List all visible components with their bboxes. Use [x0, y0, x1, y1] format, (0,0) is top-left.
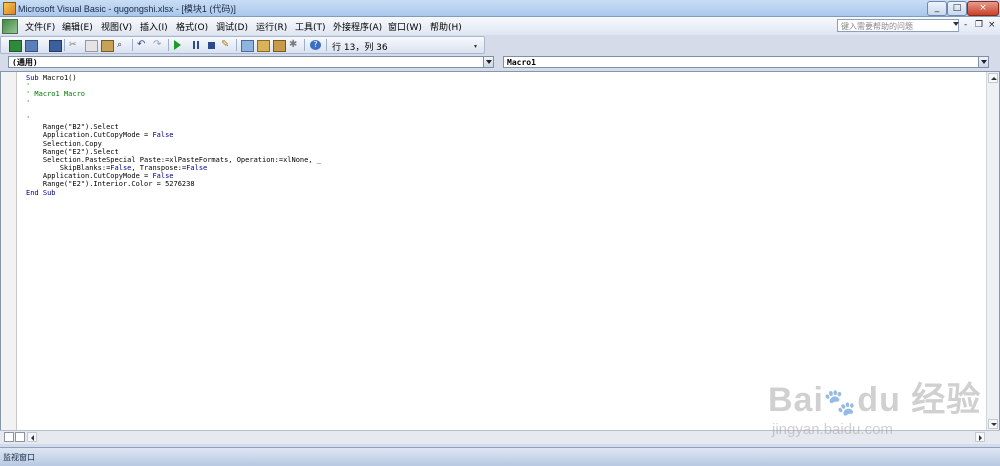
- toolbar-separator: [236, 39, 237, 51]
- object-select-arrow-icon[interactable]: [483, 56, 494, 68]
- vertical-scrollbar[interactable]: [986, 72, 999, 431]
- close-button[interactable]: ×: [967, 1, 999, 16]
- menu-run[interactable]: 运行(R): [256, 20, 287, 33]
- excel-icon[interactable]: [9, 40, 22, 52]
- help-search-input[interactable]: 键入需要帮助的问题: [837, 19, 959, 32]
- watermark-url: jingyan.baidu.com: [772, 421, 893, 438]
- toolbar-options-icon[interactable]: ▾: [474, 43, 477, 50]
- menu-window[interactable]: 窗口(W): [388, 20, 422, 33]
- toolbar-separator: [64, 39, 65, 51]
- watch-window-bar[interactable]: 监视窗口: [0, 447, 1000, 466]
- mdi-restore-button[interactable]: ❐: [975, 20, 983, 30]
- maximize-button[interactable]: □: [947, 1, 967, 16]
- project-explorer-icon[interactable]: [241, 40, 254, 52]
- code-line[interactable]: ': [26, 99, 321, 107]
- cut-icon[interactable]: ✂: [69, 40, 80, 50]
- procedure-select-arrow-icon[interactable]: [978, 56, 989, 68]
- code-line[interactable]: Application.CutCopyMode = False: [26, 131, 321, 139]
- break-icon[interactable]: [191, 40, 202, 50]
- help-dropdown-icon[interactable]: [953, 22, 959, 26]
- code-line[interactable]: Application.CutCopyMode = False: [26, 172, 321, 180]
- object-browser-icon[interactable]: [273, 40, 286, 52]
- cursor-position: 行 13，列 36: [332, 43, 388, 53]
- code-line[interactable]: End Sub: [26, 189, 321, 197]
- copy-icon[interactable]: [85, 40, 98, 52]
- procedure-select[interactable]: Macro1: [503, 56, 989, 68]
- menu-tools[interactable]: 工具(T): [295, 20, 326, 33]
- reset-icon[interactable]: [206, 40, 217, 50]
- code-line[interactable]: Sub Macro1(): [26, 74, 321, 82]
- code-line[interactable]: ' Macro1 Macro: [26, 90, 321, 98]
- menu-debug[interactable]: 调试(D): [216, 20, 248, 33]
- save-icon[interactable]: [49, 40, 62, 52]
- code-dropdown-row: (通用) Macro1: [0, 54, 1000, 71]
- watermark-brand: Bai: [768, 381, 824, 419]
- toolbox-icon[interactable]: ✱: [289, 40, 300, 50]
- window-title: Microsoft Visual Basic - qugongshi.xlsx …: [18, 4, 236, 14]
- menu-bar: 文件(F) 编辑(E) 视图(V) 插入(I) 格式(O) 调试(D) 运行(R…: [0, 17, 1000, 35]
- properties-icon[interactable]: [257, 40, 270, 52]
- design-mode-icon[interactable]: ✎: [221, 40, 232, 50]
- vba-app-icon[interactable]: [3, 2, 16, 15]
- excel-view-icon[interactable]: [2, 19, 18, 34]
- code-text[interactable]: Sub Macro1() ' ' Macro1 Macro ' ' Range("B2"…: [26, 74, 321, 197]
- paste-icon[interactable]: [101, 40, 114, 52]
- code-line[interactable]: Range("E2").Interior.Color = 5276238: [26, 180, 321, 188]
- watermark-brand-cn: 经验: [911, 381, 982, 419]
- run-icon[interactable]: [174, 40, 181, 50]
- insert-module-icon[interactable]: [25, 40, 38, 52]
- menu-insert[interactable]: 插入(I): [140, 20, 168, 33]
- menu-format[interactable]: 格式(O): [176, 20, 208, 33]
- menu-edit[interactable]: 编辑(E): [62, 20, 93, 33]
- code-line[interactable]: ': [26, 115, 321, 123]
- baidu-jingyan-watermark: Bai🐾du 经验 jingyan.baidu.com: [768, 381, 982, 438]
- code-line[interactable]: Range("E2").Select: [26, 148, 321, 156]
- watch-window-label: 监视窗口: [3, 453, 35, 462]
- toolbar-separator: [132, 39, 133, 51]
- object-select[interactable]: (通用): [8, 56, 494, 68]
- procedure-view-icon[interactable]: [4, 432, 14, 442]
- watermark-brand2: du: [857, 381, 901, 419]
- undo-icon[interactable]: ↶: [137, 40, 148, 50]
- menu-addins[interactable]: 外接程序(A): [333, 20, 382, 33]
- code-line[interactable]: Selection.Copy: [26, 140, 321, 148]
- scroll-down-icon[interactable]: [988, 419, 998, 429]
- menu-view[interactable]: 视图(V): [101, 20, 132, 33]
- menu-help[interactable]: 帮助(H): [430, 20, 462, 33]
- toolbar-separator: [326, 39, 327, 51]
- minimize-button[interactable]: _: [927, 1, 947, 16]
- scroll-up-icon[interactable]: [988, 73, 998, 83]
- find-icon[interactable]: ⌕: [117, 40, 128, 50]
- code-line[interactable]: Range("B2").Select: [26, 123, 321, 131]
- code-line[interactable]: [26, 107, 321, 115]
- help-icon[interactable]: ?: [310, 40, 321, 50]
- margin-indicator-bar[interactable]: [1, 72, 17, 431]
- scroll-left-icon[interactable]: [27, 432, 37, 442]
- redo-icon[interactable]: ↷: [153, 40, 164, 50]
- toolbar-separator: [168, 39, 169, 51]
- code-line[interactable]: Selection.PasteSpecial Paste:=xlPasteFor…: [26, 156, 321, 164]
- standard-toolbar: ✂ ⌕ ↶ ↷ ✎ ✱ ? 行 13，列 36 ▾: [0, 36, 485, 54]
- mdi-close-button[interactable]: ×: [988, 20, 996, 30]
- menu-file[interactable]: 文件(F): [25, 20, 55, 33]
- code-line[interactable]: ': [26, 82, 321, 90]
- full-module-view-icon[interactable]: [15, 432, 25, 442]
- code-line[interactable]: SkipBlanks:=False, Transpose:=False: [26, 164, 321, 172]
- toolbar-separator: [304, 39, 305, 51]
- title-bar: Microsoft Visual Basic - qugongshi.xlsx …: [0, 0, 1000, 17]
- mdi-minimize-button[interactable]: -: [964, 20, 967, 30]
